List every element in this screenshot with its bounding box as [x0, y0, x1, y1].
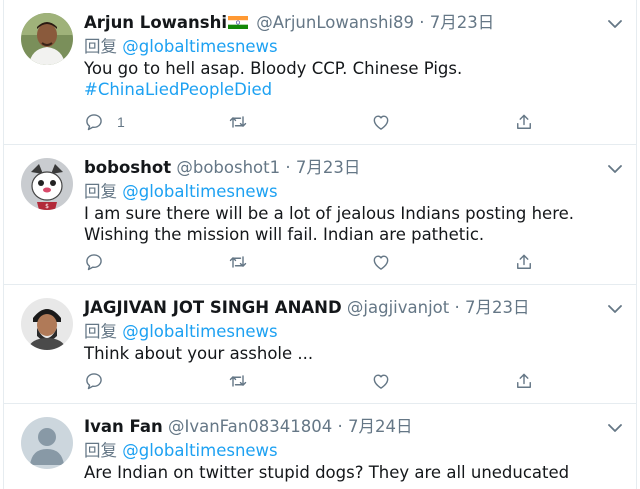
tweet[interactable]: $ boboshot @boboshot1 · 7月23日 回复 @global… [4, 145, 636, 285]
heart-icon [373, 374, 389, 389]
share-button[interactable] [514, 369, 534, 393]
reply-prefix: 回复 [84, 322, 117, 341]
heart-icon [373, 115, 389, 130]
default-avatar[interactable] [21, 417, 73, 469]
reply-prefix: 回复 [84, 37, 117, 56]
handle[interactable]: @jagjivanjot [347, 298, 449, 317]
separator: · [285, 158, 291, 177]
avatar[interactable]: $ [21, 158, 73, 210]
tweet-header: boboshot @boboshot1 · 7月23日 [84, 155, 628, 181]
avatar[interactable] [21, 13, 73, 65]
timestamp[interactable]: 7月23日 [296, 158, 361, 177]
display-name[interactable]: Ivan Fan [84, 417, 163, 436]
mention-link[interactable]: @globaltimesnews [122, 441, 277, 460]
like-button[interactable] [371, 110, 404, 134]
reply-context: 回复 @globaltimesnews [84, 181, 628, 203]
share-icon [517, 373, 531, 388]
reply-icon [86, 114, 102, 131]
display-name[interactable]: JAGJIVAN JOT SINGH ANAND [84, 298, 342, 317]
india-flag-icon [228, 16, 248, 29]
share-icon [517, 114, 531, 129]
tweet-actions [84, 369, 554, 393]
separator: · [454, 298, 460, 317]
reply-count: 1 [117, 114, 125, 130]
reply-context: 回复 @globaltimesnews [84, 440, 628, 462]
retweet-button[interactable] [228, 369, 261, 393]
retweet-icon [229, 256, 247, 268]
tweet-text: You go to hell asap. Bloody CCP. Chinese… [84, 58, 628, 100]
chevron-down-icon[interactable] [608, 304, 622, 314]
display-name[interactable]: Arjun Lowanshi [84, 13, 227, 32]
tweet-header: JAGJIVAN JOT SINGH ANAND @jagjivanjot · … [84, 295, 628, 321]
timestamp[interactable]: 7月24日 [348, 417, 413, 436]
tweet-header: Arjun Lowanshi @ArjunLowanshi89 · 7月23日 [84, 10, 628, 36]
reply-prefix: 回复 [84, 182, 117, 201]
retweet-icon [229, 116, 247, 128]
timestamp[interactable]: 7月23日 [430, 13, 495, 32]
mention-link[interactable]: @globaltimesnews [122, 37, 277, 56]
handle[interactable]: @IvanFan08341804 [168, 417, 332, 436]
mention-link[interactable]: @globaltimesnews [122, 182, 277, 201]
svg-text:$: $ [45, 203, 49, 210]
handle[interactable]: @ArjunLowanshi89 [256, 13, 414, 32]
tweet-text: Are Indian on twitter stupid dogs? They … [84, 462, 628, 489]
tweet-body: Think about your asshole ... [84, 344, 314, 363]
reply-prefix: 回复 [84, 441, 117, 460]
reply-button[interactable]: 1 [84, 110, 125, 134]
avatar[interactable] [21, 298, 73, 350]
chevron-down-icon[interactable] [608, 164, 622, 174]
share-icon [517, 254, 531, 269]
heart-icon [373, 255, 389, 270]
reply-context: 回复 @globaltimesnews [84, 36, 628, 58]
reply-icon [86, 254, 102, 271]
reply-button[interactable] [84, 369, 117, 393]
retweet-button[interactable] [228, 110, 261, 134]
tweet[interactable]: Ivan Fan @IvanFan08341804 · 7月24日 回复 @gl… [4, 404, 636, 489]
tweet[interactable]: JAGJIVAN JOT SINGH ANAND @jagjivanjot · … [4, 285, 636, 404]
separator: · [337, 417, 343, 436]
chevron-down-icon[interactable] [608, 19, 622, 29]
reply-icon [86, 373, 102, 390]
hashtag-link[interactable]: #ChinaLiedPeopleDied [84, 79, 628, 100]
tweet-actions [84, 250, 554, 274]
display-name[interactable]: boboshot [84, 158, 171, 177]
handle[interactable]: @boboshot1 [176, 158, 280, 177]
tweet-body: You go to hell asap. Bloody CCP. Chinese… [84, 59, 463, 78]
mention-link[interactable]: @globaltimesnews [122, 322, 277, 341]
retweet-button[interactable] [228, 250, 261, 274]
separator: · [419, 13, 425, 32]
like-button[interactable] [371, 250, 404, 274]
reply-feed: Arjun Lowanshi @ArjunLowanshi89 · 7月23日 … [3, 0, 637, 489]
reply-button[interactable] [84, 250, 117, 274]
tweet[interactable]: Arjun Lowanshi @ArjunLowanshi89 · 7月23日 … [4, 0, 636, 145]
tweet-text: I am sure there will be a lot of jealous… [84, 203, 628, 245]
tweet-text: Think about your asshole ... [84, 343, 628, 364]
retweet-icon [229, 375, 247, 387]
share-button[interactable] [514, 250, 534, 274]
timestamp[interactable]: 7月23日 [465, 298, 530, 317]
share-button[interactable] [514, 110, 534, 134]
tweet-body: Are Indian on twitter stupid dogs? They … [84, 463, 570, 489]
reply-context: 回复 @globaltimesnews [84, 321, 628, 343]
tweet-actions: 1 [84, 110, 554, 134]
like-button[interactable] [371, 369, 404, 393]
tweet-header: Ivan Fan @IvanFan08341804 · 7月24日 [84, 414, 628, 440]
tweet-body: I am sure there will be a lot of jealous… [84, 204, 575, 244]
chevron-down-icon[interactable] [608, 423, 622, 433]
